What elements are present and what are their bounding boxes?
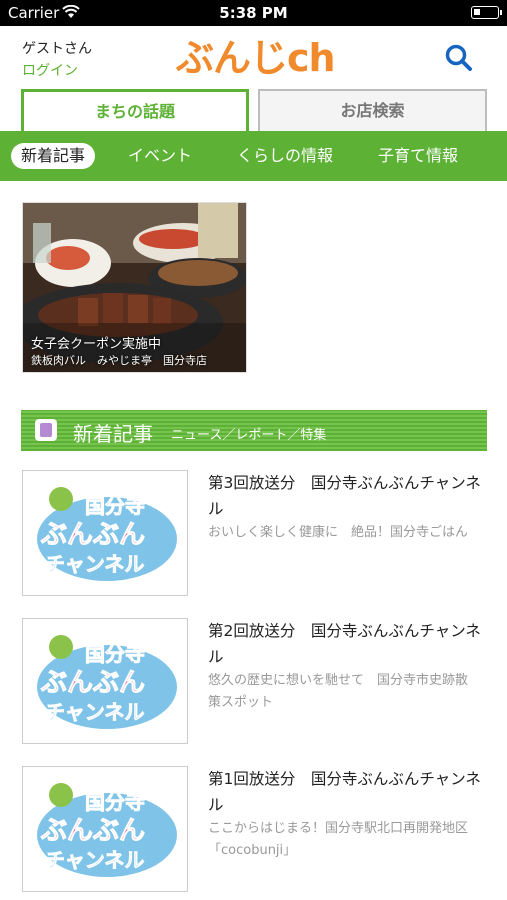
featured-banner[interactable]: 女子会クーポン実施中 鉄板肉バル みやじま亭 国分寺店 xyxy=(22,202,247,373)
article-description: ここからはじまる！国分寺駅北口再開発地区「cocobunji」 xyxy=(208,821,469,858)
search-icon[interactable] xyxy=(443,42,475,74)
thumb-line3: チャンネル xyxy=(45,848,144,872)
thumb-line1: 国分寺 xyxy=(85,642,145,666)
tab-shop-search[interactable]: お店検索 xyxy=(258,89,487,131)
thumb-line1: 国分寺 xyxy=(85,494,145,518)
thumb-line2: ぶんぶん xyxy=(40,668,145,698)
section-title: 新着記事 xyxy=(73,422,153,446)
list-item[interactable]: 国分寺 ぶんぶん チャンネル 第2回放送分 国分寺ぶんぶんチャンネル 悠久の歴史… xyxy=(22,618,488,746)
battery-icon xyxy=(471,6,502,19)
tab-town-topics[interactable]: まちの話題 xyxy=(21,89,249,131)
clock: 5:38 PM xyxy=(219,4,288,22)
thumb-line2: ぶんぶん xyxy=(40,520,145,550)
list-item[interactable]: 国分寺 ぶんぶん チャンネル 第1回放送分 国分寺ぶんぶんチャンネル ここからは… xyxy=(22,766,488,894)
banner-subtitle: 鉄板肉バル みやじま亭 国分寺店 xyxy=(31,354,207,367)
app-logo[interactable]: ぶんじch xyxy=(176,34,336,82)
thumb-line3: チャンネル xyxy=(45,700,144,724)
section-subtitle: ニュース／レポート／特集 xyxy=(171,428,327,443)
app-header: ゲストさん ログイン ぶんじch xyxy=(0,26,507,88)
notebook-icon xyxy=(35,419,57,441)
guest-label: ゲストさん xyxy=(22,41,92,57)
category-new-articles[interactable]: 新着記事 xyxy=(11,143,96,169)
thumb-line3: チャンネル xyxy=(45,552,144,576)
article-thumbnail: 国分寺 ぶんぶん チャンネル xyxy=(22,470,188,596)
article-title: 第1回放送分 国分寺ぶんぶんチャンネル xyxy=(208,770,481,814)
status-bar: Carrier 5:38 PM xyxy=(0,0,507,26)
banner-title: 女子会クーポン実施中 xyxy=(31,337,162,352)
article-thumbnail: 国分寺 ぶんぶん チャンネル xyxy=(22,618,188,744)
main-tabs: まちの話題 お店検索 xyxy=(21,89,487,131)
article-title: 第3回放送分 国分寺ぶんぶんチャンネル xyxy=(208,474,481,518)
article-description: おいしく楽しく健康に 絶品！国分寺ごはん xyxy=(208,525,469,540)
thumb-line2: ぶんぶん xyxy=(40,816,145,846)
list-item[interactable]: 国分寺 ぶんぶん チャンネル 第3回放送分 国分寺ぶんぶんチャンネル おいしく楽… xyxy=(22,470,488,598)
article-description: 悠久の歴史に想いを馳せて 国分寺市史跡散策スポット xyxy=(208,673,469,710)
category-events[interactable]: イベント xyxy=(128,143,192,169)
login-link[interactable]: ログイン xyxy=(22,60,78,80)
article-title: 第2回放送分 国分寺ぶんぶんチャンネル xyxy=(208,622,481,666)
section-header-new-articles: 新着記事 ニュース／レポート／特集 xyxy=(21,410,487,451)
category-parenting-info[interactable]: 子育て情報 xyxy=(378,143,458,169)
category-living-info[interactable]: くらしの情報 xyxy=(237,143,333,169)
thumb-line1: 国分寺 xyxy=(85,790,145,814)
article-thumbnail: 国分寺 ぶんぶん チャンネル xyxy=(22,766,188,892)
category-bar: 新着記事 イベント くらしの情報 子育て情報 xyxy=(0,131,507,181)
